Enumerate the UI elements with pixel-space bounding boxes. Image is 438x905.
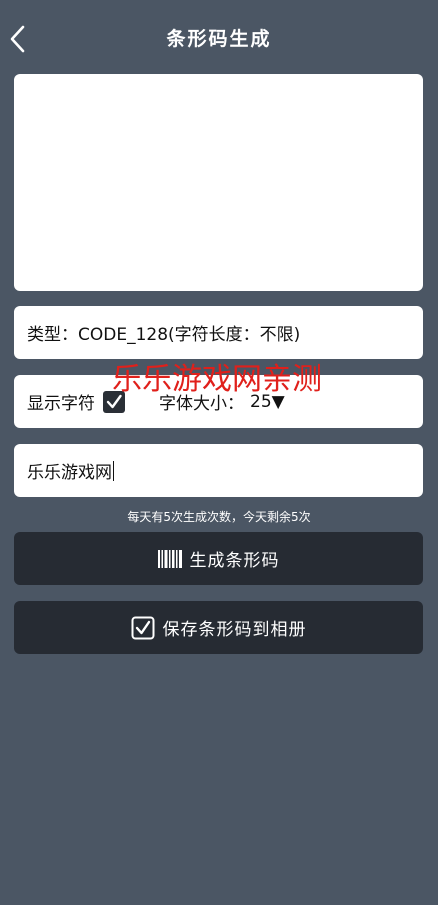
save-to-album-button[interactable]: 保存条形码到相册: [14, 601, 423, 654]
generate-button-label: 生成条形码: [189, 551, 280, 571]
show-text-label: 显示字符: [27, 394, 95, 414]
font-size-dropdown[interactable]: 25▼: [250, 392, 285, 412]
text-cursor: [113, 460, 114, 481]
dropdown-arrow-icon: ▼: [271, 391, 285, 412]
barcode-preview: [14, 74, 423, 291]
barcode-content-field[interactable]: 乐乐游戏网: [14, 444, 423, 497]
show-text-checkbox[interactable]: [103, 390, 125, 413]
barcode-icon: [157, 549, 182, 569]
display-options-row: 显示字符 字体大小： 25▼: [14, 375, 423, 428]
app-header: 条形码生成: [0, 0, 438, 76]
generate-barcode-button[interactable]: 生成条形码: [14, 532, 423, 585]
font-size-label: 字体大小：: [159, 394, 244, 414]
daily-quota-notice: 每天有5次生成次数，今天剩余5次: [127, 510, 311, 524]
checkmark-icon: [106, 394, 122, 408]
save-button-label: 保存条形码到相册: [162, 620, 307, 640]
barcode-content-input[interactable]: 乐乐游戏网: [27, 458, 112, 483]
type-label: 类型：: [27, 325, 78, 345]
barcode-type-selector[interactable]: 类型： CODE_128(字符长度：不限): [14, 306, 423, 359]
font-size-value: 25: [250, 391, 272, 412]
page-title: 条形码生成: [166, 28, 272, 50]
type-value: CODE_128(字符长度：不限): [78, 325, 301, 345]
checkbox-icon: [131, 616, 155, 640]
